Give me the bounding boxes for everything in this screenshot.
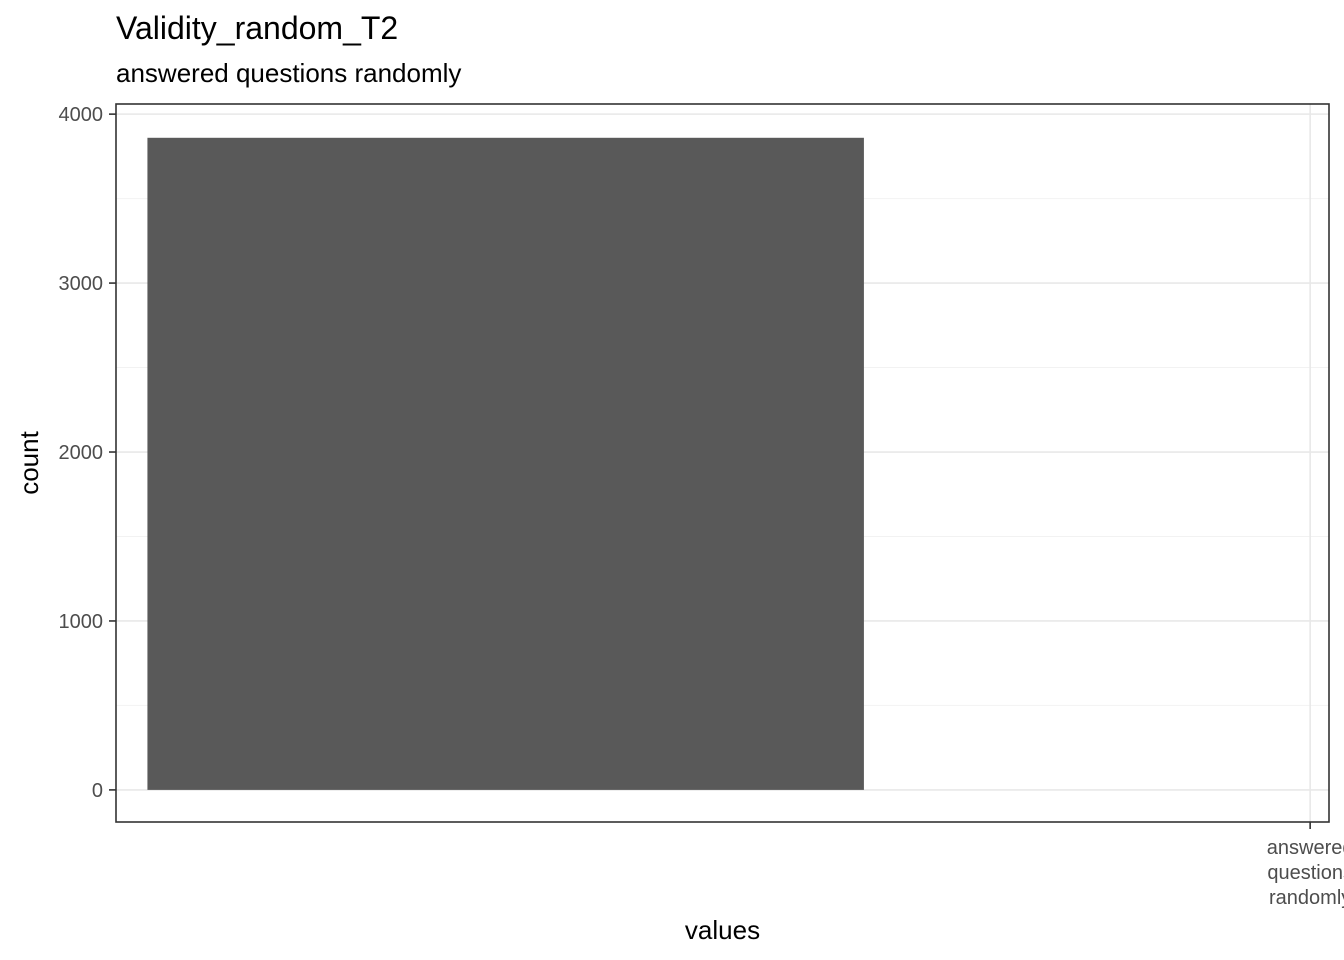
y-axis-title: count	[14, 430, 44, 494]
bar	[147, 137, 864, 790]
y-tick-label: 1000	[59, 611, 104, 633]
x-tick-label: answeredquestionsrandomly	[1267, 837, 1344, 909]
y-tick-label: 3000	[59, 273, 104, 295]
y-tick-label: 4000	[59, 104, 104, 126]
y-tick-label: 2000	[59, 442, 104, 464]
plot-area: 0 1000 2000 3000 4000 answeredquestionsrandom…	[14, 103, 1344, 945]
x-axis-title: values	[685, 915, 760, 945]
y-tick-label: 0	[92, 780, 103, 802]
chart: Validity_random_T2 answered questions ra…	[0, 0, 1344, 960]
